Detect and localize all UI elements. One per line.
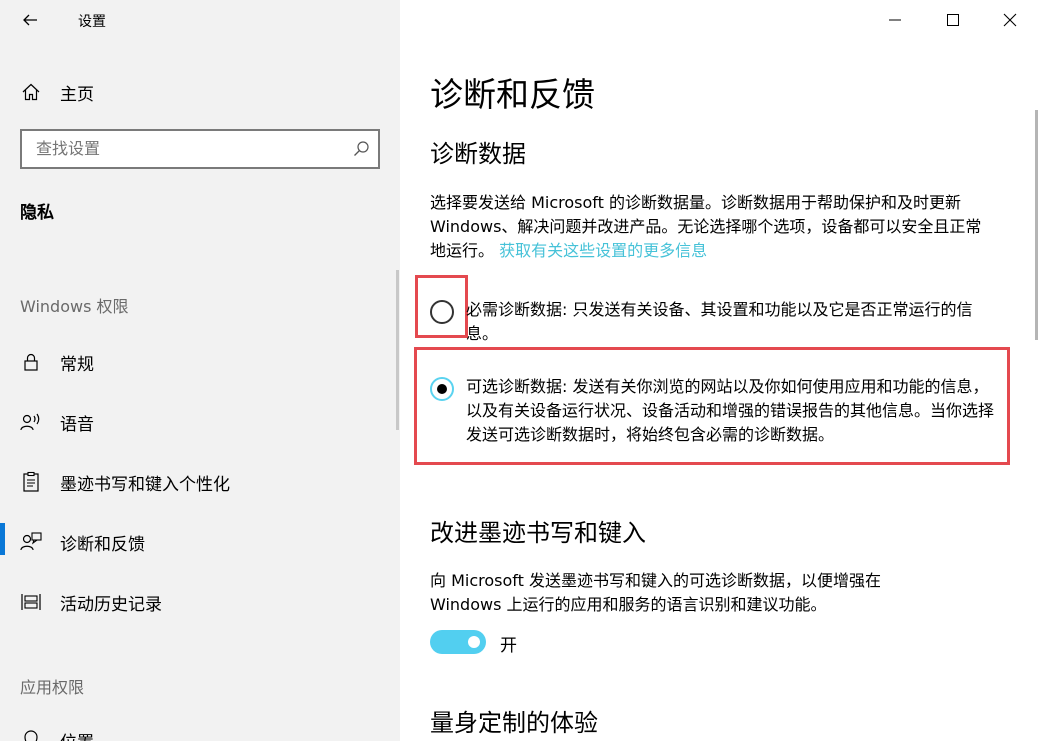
learn-more-link[interactable]: 获取有关这些设置的更多信息 [499,241,707,260]
back-arrow-icon [23,14,37,26]
maximize-icon [947,14,959,26]
diag-heading: 诊断数据 [430,140,526,168]
ink-toggle[interactable] [430,630,486,654]
app-title: 设置 [78,14,106,30]
home-icon [20,81,42,103]
sidebar-item-label: 语音 [60,414,94,435]
speech-icon [20,411,42,433]
sidebar-item-location[interactable]: 位置 [0,718,400,741]
main-scrollbar[interactable] [1035,110,1038,340]
ink-heading: 改进墨迹书写和键入 [430,519,646,547]
toggle-knob [468,636,480,648]
sidebar: 设置 主页 隐私 Windows 权限 常规 [0,0,400,741]
option-required-label: 必需诊断数据: 只发送有关设备、其设置和功能以及它是否正常运行的信息。 [466,300,973,343]
back-button[interactable] [14,6,46,34]
sidebar-scrollbar[interactable] [396,270,399,430]
ink-description: 向 Microsoft 发送墨迹书写和键入的可选诊断数据，以便增强在 Windo… [430,571,881,614]
close-button[interactable] [981,0,1039,40]
location-icon [20,729,42,741]
sidebar-home-label: 主页 [60,84,94,105]
minimize-icon [889,19,901,21]
search-input[interactable] [36,139,336,158]
main-content: 诊断和反馈 诊断数据 选择要发送给 Microsoft 的诊断数据量。诊断数据用… [400,0,1039,741]
sidebar-item-general[interactable]: 常规 [0,340,400,384]
sidebar-item-label: 诊断和反馈 [60,534,145,555]
sidebar-item-inking[interactable]: 墨迹书写和键入个性化 [0,460,400,504]
title-bar: 设置 [0,0,400,40]
option-required[interactable]: 必需诊断数据: 只发送有关设备、其设置和功能以及它是否正常运行的信息。 [430,298,1000,348]
diag-description: 选择要发送给 Microsoft 的诊断数据量。诊断数据用于帮助保护和及时更新 … [430,191,995,263]
tailored-heading: 量身定制的体验 [430,709,598,737]
toggle-state-label: 开 [500,636,517,656]
sidebar-item-diagnostics[interactable]: 诊断和反馈 [0,520,400,564]
lock-icon [20,351,42,373]
page-title: 诊断和反馈 [430,75,595,114]
clipboard-icon [20,471,42,493]
search-icon[interactable] [352,140,370,158]
radio-optional[interactable] [430,377,454,401]
feedback-icon [20,531,42,553]
group-label-windows: Windows 权限 [20,297,129,316]
sidebar-item-label: 活动历史记录 [60,594,162,615]
sidebar-item-activity-history[interactable]: 活动历史记录 [0,580,400,624]
group-label-app: 应用权限 [20,678,85,697]
sidebar-item-home[interactable]: 主页 [0,72,400,112]
sidebar-item-label: 常规 [60,354,94,375]
sidebar-item-speech[interactable]: 语音 [0,400,400,444]
option-optional-label: 可选诊断数据: 发送有关你浏览的网站以及你如何使用应用和功能的信息，以及有关设备… [466,377,995,444]
search-box[interactable] [20,129,380,169]
option-optional[interactable]: 可选诊断数据: 发送有关你浏览的网站以及你如何使用应用和功能的信息，以及有关设备… [430,375,1000,451]
radio-required[interactable] [430,300,454,324]
sidebar-item-label: 位置 [60,728,94,741]
maximize-button[interactable] [924,0,982,40]
section-title: 隐私 [20,203,54,223]
close-icon [1003,13,1017,27]
sidebar-item-label: 墨迹书写和键入个性化 [60,474,230,495]
minimize-button[interactable] [866,0,924,40]
history-icon [20,591,42,613]
